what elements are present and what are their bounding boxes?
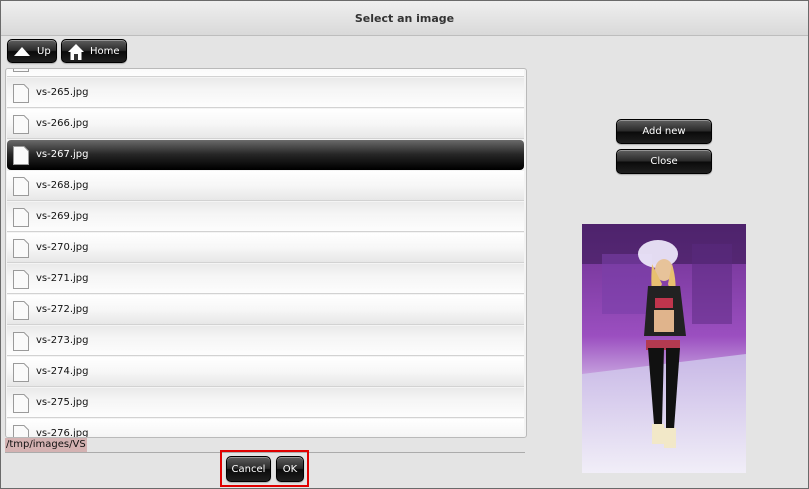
file-icon <box>13 146 29 165</box>
current-path: /tmp/images/VS <box>5 438 87 452</box>
file-name: vs-274.jpg <box>36 366 89 377</box>
file-icon <box>13 84 29 103</box>
list-item[interactable]: vs-266.jpg <box>7 109 524 139</box>
list-item-partial[interactable] <box>7 69 524 77</box>
file-icon <box>13 301 29 320</box>
file-icon <box>13 270 29 289</box>
list-item[interactable]: vs-265.jpg <box>7 78 524 108</box>
file-name: vs-275.jpg <box>36 397 89 408</box>
file-icon <box>13 69 29 72</box>
list-item[interactable]: vs-270.jpg <box>7 233 524 263</box>
list-item[interactable]: vs-275.jpg <box>7 388 524 418</box>
file-name: vs-270.jpg <box>36 242 89 253</box>
file-icon <box>13 208 29 227</box>
file-name: vs-272.jpg <box>36 304 89 315</box>
add-new-button[interactable]: Add new <box>616 119 712 144</box>
dialog-title: Select an image <box>1 1 808 36</box>
list-item[interactable]: vs-271.jpg <box>7 264 524 294</box>
file-name: vs-276.jpg <box>36 428 89 438</box>
file-icon <box>13 363 29 382</box>
up-arrow-icon <box>14 47 30 56</box>
close-button[interactable]: Close <box>616 149 712 174</box>
list-item[interactable]: vs-269.jpg <box>7 202 524 232</box>
cancel-button[interactable]: Cancel <box>226 456 271 482</box>
up-button-label: Up <box>37 46 51 57</box>
file-name: vs-265.jpg <box>36 87 89 98</box>
file-name: vs-273.jpg <box>36 335 89 346</box>
file-name: vs-269.jpg <box>36 211 89 222</box>
ok-button[interactable]: OK <box>276 456 304 482</box>
up-button[interactable]: Up <box>7 39 57 63</box>
home-icon <box>68 44 84 60</box>
list-item-selected[interactable]: vs-267.jpg <box>7 140 524 170</box>
file-icon <box>13 239 29 258</box>
file-name: vs-271.jpg <box>36 273 89 284</box>
list-item[interactable]: vs-276.jpg <box>7 419 524 438</box>
list-item[interactable]: vs-273.jpg <box>7 326 524 356</box>
file-icon <box>13 115 29 134</box>
file-icon <box>13 394 29 413</box>
file-name: vs-267.jpg <box>36 149 89 160</box>
list-item[interactable]: vs-268.jpg <box>7 171 524 201</box>
list-item[interactable]: vs-272.jpg <box>7 295 524 325</box>
file-name: vs-268.jpg <box>36 180 89 191</box>
home-button[interactable]: Home <box>61 39 127 63</box>
file-list[interactable]: vs-265.jpg vs-266.jpg vs-267.jpg vs-268.jpg… <box>5 68 527 438</box>
file-icon <box>13 177 29 196</box>
file-name: vs-266.jpg <box>36 118 89 129</box>
file-icon <box>13 332 29 351</box>
image-preview <box>582 224 746 473</box>
home-button-label: Home <box>90 46 120 57</box>
preview-photo <box>582 224 746 473</box>
list-item[interactable]: vs-274.jpg <box>7 357 524 387</box>
